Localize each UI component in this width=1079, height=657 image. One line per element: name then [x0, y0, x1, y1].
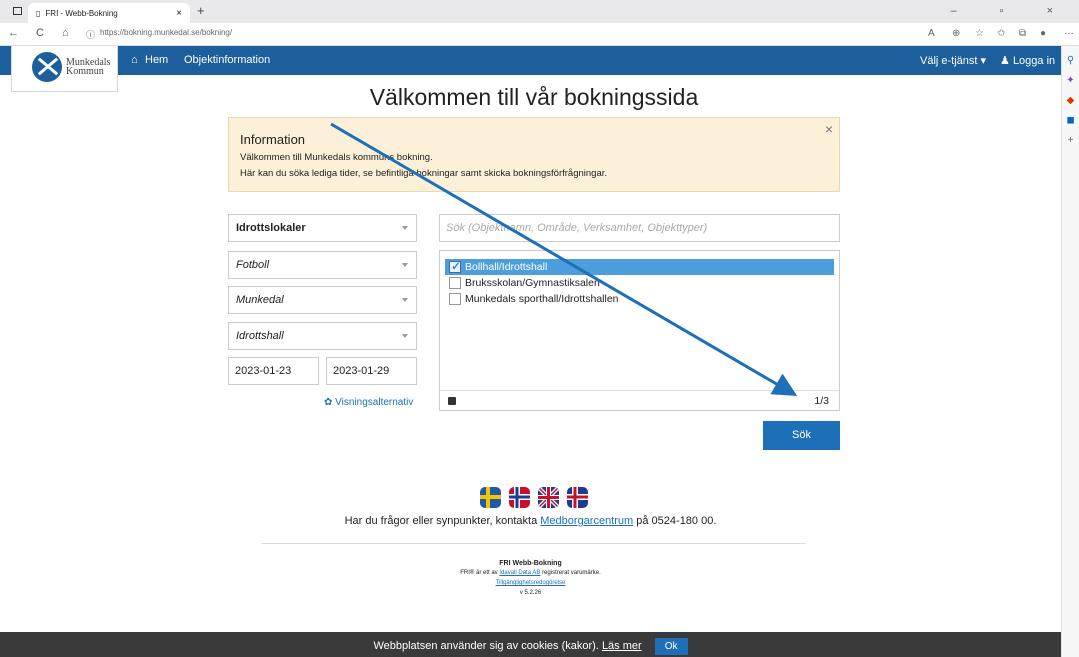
list-item[interactable]: Bruksskolan/Gymnastiksalen [445, 275, 834, 291]
window-controls[interactable]: – ▫ × [950, 5, 1073, 17]
outlook-icon[interactable]: ◼ [1062, 115, 1079, 126]
site-navbar: ⌂ Hem Objektinformation Välj e-tjänst ▾ … [0, 46, 1061, 75]
service-label: Välj e-tjänst [920, 55, 978, 67]
date-to-input[interactable]: 2023-01-29 [326, 357, 417, 385]
office-icon[interactable]: ◆ [1062, 95, 1079, 106]
nav-home[interactable]: Hem [145, 54, 168, 66]
browser-tab-strip: ▯ FRI - Webb-Bokning × + – ▫ × [0, 0, 1079, 23]
nav-object-info[interactable]: Objektinformation [184, 54, 270, 66]
accessibility-link[interactable]: Tillgänglighetsredogörelse [496, 580, 566, 586]
munkedal-logo[interactable]: Munkedals Kommun [11, 46, 118, 92]
list-item[interactable]: Munkedals sporthall/Idrottshallen [445, 291, 834, 307]
norwegian-flag-icon[interactable] [509, 487, 530, 508]
checkbox[interactable] [449, 293, 461, 305]
logo-text: Munkedals Kommun [66, 57, 111, 77]
list-item[interactable]: Bollhall/Idrottshall [445, 259, 834, 275]
idavall-link[interactable]: Idavall Data AB [499, 570, 540, 576]
copilot-icon[interactable]: ✦ [1062, 75, 1079, 86]
reload-icon[interactable]: C [36, 27, 44, 39]
info-line-2: Här kan du söka lediga tider, se befintl… [240, 168, 608, 179]
list-count: 1/3 [814, 395, 829, 407]
nav-service-dropdown[interactable]: Välj e-tjänst ▾ [920, 54, 986, 67]
tab-close-icon[interactable]: × [176, 8, 182, 19]
site-info-icon[interactable]: ⓘ [86, 28, 95, 41]
cookie-banner: Webbplatsen använder sig av cookies (kak… [0, 632, 1061, 657]
zoom-icon[interactable]: ⊕ [952, 28, 960, 39]
chevron-down-icon [402, 334, 408, 338]
gear-icon: ✿ [324, 397, 333, 408]
swedish-flag-icon[interactable] [480, 487, 501, 508]
url-field[interactable]: https://bokning.munkedal.se/bokning/ [100, 28, 232, 37]
search-icon[interactable]: ⚲ [1062, 55, 1079, 66]
search-button[interactable]: Sök [763, 421, 840, 450]
footer-product: FRI Webb-Bokning [499, 560, 562, 567]
checkbox[interactable] [449, 277, 461, 289]
info-title: Information [240, 132, 306, 147]
chevron-down-icon [402, 298, 408, 302]
profile-avatar[interactable]: ● [1040, 28, 1046, 39]
cookie-text: Webbplatsen använder sig av cookies (kak… [373, 640, 599, 652]
info-line-1: Välkommen till Munkedals kommuns bokning… [240, 152, 433, 163]
home-nav-icon[interactable]: ⌂ [131, 54, 138, 66]
browser-tab[interactable]: ▯ FRI - Webb-Bokning × [28, 3, 190, 23]
page-icon: ▯ [36, 8, 41, 18]
information-panel: Information Välkommen till Munkedals kom… [228, 117, 840, 192]
favorite-icon[interactable]: ☆ [975, 28, 984, 39]
user-icon: ♟ [1000, 55, 1010, 67]
tab-actions-icon[interactable] [13, 7, 22, 15]
english-flag-icon[interactable] [538, 487, 559, 508]
tab-title: FRI - Webb-Bokning [45, 8, 118, 18]
view-options-link[interactable]: ✿ Visningsalternativ [324, 397, 413, 408]
object-type-select[interactable]: Idrottshall [228, 322, 417, 350]
close-icon[interactable]: × [825, 121, 833, 137]
nav-login[interactable]: ♟ Logga in [1000, 54, 1055, 67]
contact-text: Har du frågor eller synpunkter, kontakta… [344, 515, 717, 527]
footer-trademark: FRI® är ett av Idavall Data AB registrer… [460, 570, 601, 576]
favorites-icon[interactable]: ✩ [997, 28, 1005, 39]
add-icon[interactable]: + [1062, 135, 1079, 146]
chevron-down-icon [402, 263, 408, 267]
more-icon[interactable]: ··· [1064, 28, 1074, 39]
select-all-icon[interactable] [448, 397, 456, 405]
chevron-down-icon [402, 226, 408, 230]
cookie-ok-button[interactable]: Ok [654, 638, 688, 655]
date-from-input[interactable]: 2023-01-23 [228, 357, 319, 385]
collections-icon[interactable]: ⧉ [1019, 28, 1026, 39]
footer-version: v 5.2.26 [519, 590, 542, 596]
list-footer: 1/3 [440, 390, 839, 410]
view-options-label: Visningsalternativ [335, 397, 414, 408]
logo-mark-icon [32, 52, 62, 82]
divider [261, 543, 806, 544]
edge-sidebar: ⚲ ✦ ◆ ◼ + [1061, 46, 1079, 657]
read-aloud-icon[interactable]: A [928, 28, 935, 39]
contact-link[interactable]: Medborgarcentrum [540, 515, 633, 527]
login-label: Logga in [1012, 55, 1056, 67]
object-list: Bollhall/Idrottshall Bruksskolan/Gymnast… [439, 250, 840, 411]
checkbox-checked[interactable] [449, 259, 461, 273]
area-select[interactable]: Munkedal [228, 286, 417, 314]
search-input[interactable]: Sök (Objektnamn, Område, Verksamhet, Obj… [439, 214, 840, 242]
back-icon[interactable]: ← [8, 27, 19, 39]
home-icon[interactable]: ⌂ [62, 27, 69, 39]
category-select[interactable]: Idrottslokaler [228, 214, 417, 242]
footer-accessibility: Tillgänglighetsredogörelse [0, 580, 1061, 586]
icelandic-flag-icon[interactable] [567, 487, 588, 508]
new-tab-icon[interactable]: + [197, 3, 205, 18]
read-more-link[interactable]: Läs mer [602, 640, 642, 652]
page-title: Välkommen till vår bokningssida [369, 84, 699, 110]
activity-select[interactable]: Fotboll [228, 251, 417, 279]
address-bar: ← C ⌂ ⓘ https://bokning.munkedal.se/bokn… [0, 23, 1079, 46]
